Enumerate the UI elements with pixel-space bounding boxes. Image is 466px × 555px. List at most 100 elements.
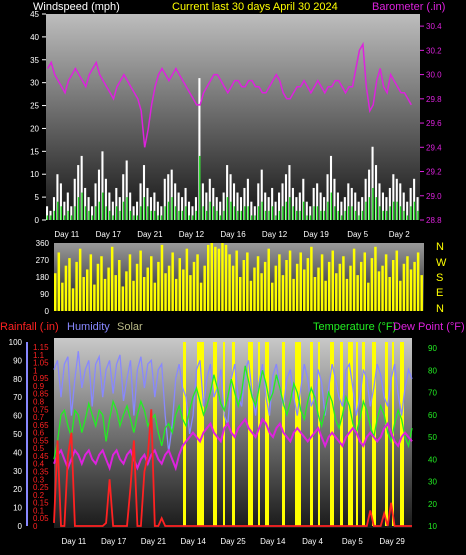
temp-tick-label: 90 — [428, 344, 437, 353]
rain-tick-label: 0.15 — [33, 499, 49, 508]
gust-bar — [285, 201, 288, 220]
direction-bar — [221, 243, 224, 311]
wind-y-tick-label: 15 — [30, 147, 39, 156]
gust-bar — [299, 210, 301, 220]
dir-y-tick-label: 270 — [36, 256, 50, 265]
gust-bar — [379, 206, 381, 220]
direction-bar — [128, 254, 132, 311]
gust-bar — [261, 201, 263, 220]
gust-bar — [282, 206, 284, 220]
gust-bar — [81, 192, 83, 220]
gust-bar — [354, 210, 357, 220]
direction-bar — [331, 250, 334, 311]
gust-bar — [386, 210, 388, 220]
direction-bar — [196, 254, 199, 311]
wind-x-label: Day 19 — [303, 230, 329, 239]
direction-bar — [54, 273, 57, 311]
gust-bar — [327, 201, 329, 220]
humidity-title: Humidity — [67, 321, 110, 333]
center-title: Current last 30 days April 30 2024 — [172, 1, 338, 13]
wind-y-tick-label: 45 — [30, 10, 39, 19]
rain-tick-label: 0.25 — [33, 483, 49, 492]
gust-bar — [275, 215, 277, 220]
direction-bar — [100, 256, 103, 311]
humidity-tick-label: 40 — [13, 448, 22, 457]
direction-bar — [96, 263, 100, 311]
barometer-title: Barometer (.in) — [372, 1, 445, 13]
gust-bar — [192, 215, 194, 220]
gust-bar — [60, 206, 62, 220]
direction-bar — [388, 277, 391, 311]
direction-bar — [324, 280, 327, 311]
direction-bar — [306, 258, 310, 311]
direction-bar — [278, 254, 281, 311]
humidity-tick-label: 60 — [13, 412, 22, 421]
baro-y-tick-label: 30.2 — [426, 46, 442, 55]
direction-bar — [335, 273, 338, 311]
direction-bar — [342, 256, 345, 311]
compass-label-n-top: N — [436, 241, 444, 253]
gust-bar — [271, 206, 274, 220]
temp-tick-label: 70 — [428, 389, 437, 398]
rain-tick-label: 0.35 — [33, 468, 49, 477]
direction-bar — [402, 263, 406, 311]
gust-bar — [160, 215, 163, 220]
direction-bar — [274, 265, 278, 311]
direction-bar — [239, 277, 242, 311]
climate-x-label: Day 17 — [101, 537, 127, 546]
gust-bar — [417, 210, 419, 220]
wind-y-tick-label: 5 — [35, 193, 40, 202]
gust-bar — [74, 206, 76, 220]
gust-bar — [334, 206, 336, 220]
direction-bar — [381, 265, 384, 311]
direction-bar — [146, 267, 149, 311]
rain-tick-label: 0.3 — [33, 475, 45, 484]
rain-tick-label: 0.55 — [33, 436, 49, 445]
direction-bar — [189, 275, 192, 311]
direction-bar — [338, 263, 342, 311]
gust-bar — [178, 210, 180, 220]
gust-bar — [102, 192, 104, 220]
gust-bar — [154, 210, 156, 220]
direction-bar — [249, 280, 253, 311]
rainfall-title: Rainfall (.in) — [0, 321, 59, 333]
gust-bar — [112, 215, 114, 220]
gust-bar — [164, 206, 166, 220]
compass-label-e: E — [436, 287, 443, 299]
rain-tick-label: 0.8 — [33, 397, 45, 406]
humidity-tick-label: 80 — [13, 375, 22, 384]
climate-x-label: Day 11 — [62, 537, 87, 546]
direction-bar — [114, 275, 117, 311]
gust-bar — [98, 201, 101, 220]
direction-bar — [391, 260, 395, 311]
direction-bar — [295, 263, 299, 311]
baro-y-tick-label: 29.8 — [426, 95, 442, 104]
gust-bar — [157, 215, 159, 220]
gust-bar — [147, 206, 149, 220]
direction-bar — [231, 265, 235, 311]
rain-tick-label: 0.85 — [33, 390, 49, 399]
direction-bar — [406, 256, 409, 311]
direction-bar — [157, 261, 160, 311]
direction-bar — [235, 250, 238, 311]
humidity-tick-label: 90 — [13, 356, 22, 365]
direction-bar — [345, 278, 349, 311]
gust-bar — [109, 210, 111, 220]
direction-bar — [359, 261, 363, 311]
climate-x-label: Day 5 — [342, 537, 363, 546]
gust-bar — [302, 201, 305, 220]
wind-y-tick-label: 10 — [30, 170, 39, 179]
wind-x-label: Day 5 — [347, 230, 368, 239]
gust-bar — [268, 210, 270, 220]
direction-bar — [256, 256, 260, 311]
gust-bar — [188, 215, 191, 220]
direction-bar — [160, 244, 164, 311]
gust-bar — [410, 206, 412, 220]
direction-bar — [281, 275, 285, 311]
direction-bar — [352, 248, 356, 311]
gust-bar — [230, 201, 232, 220]
solar-highlight-bar — [183, 342, 186, 526]
gust-bar — [358, 215, 360, 220]
gust-bar — [53, 210, 56, 220]
compass-label-n-bottom: N — [436, 303, 444, 315]
